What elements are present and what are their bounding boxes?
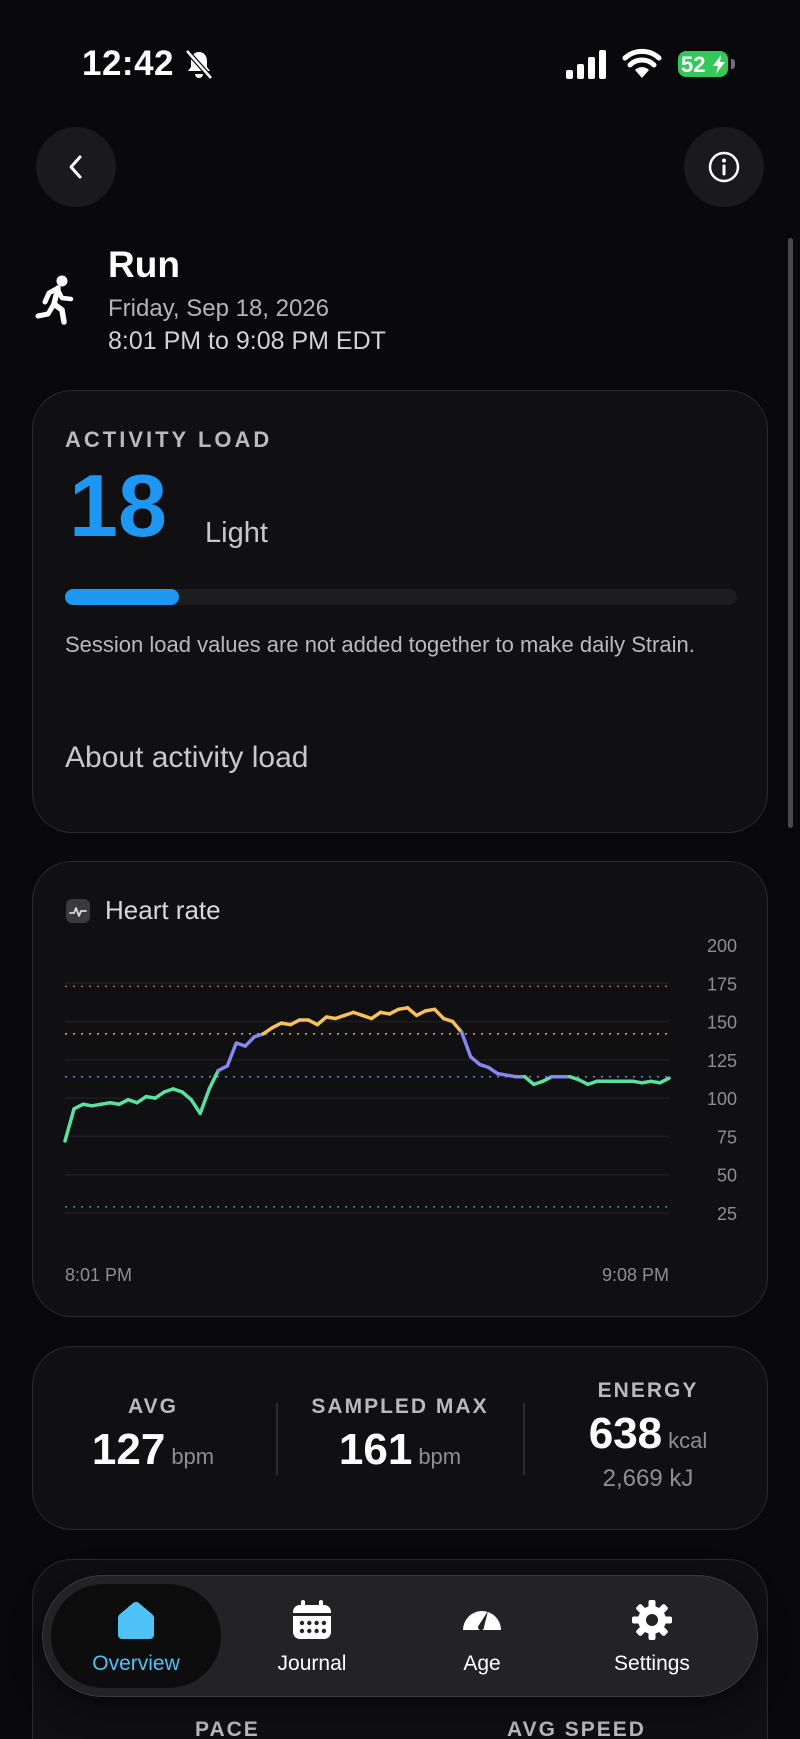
chevron-left-icon <box>69 155 82 179</box>
heart-rate-line-segment <box>523 1074 536 1087</box>
stat-divider <box>523 1403 525 1475</box>
gear-icon <box>632 1600 672 1640</box>
tab-age[interactable]: Age <box>397 1584 567 1688</box>
stat-divider <box>276 1403 278 1475</box>
status-time: 12:42 <box>82 44 175 83</box>
y-tick-label: 75 <box>717 1127 737 1147</box>
activity-date: Friday, Sep 18, 2026 <box>108 295 330 322</box>
y-tick-label: 100 <box>707 1089 737 1109</box>
avg-label: AVG <box>128 1395 178 1418</box>
tab-overview[interactable]: Overview <box>51 1584 221 1688</box>
heart-rate-line-segment <box>189 1097 202 1116</box>
tab-label: Overview <box>92 1652 180 1675</box>
back-button[interactable] <box>36 127 116 207</box>
y-tick-label: 25 <box>717 1204 737 1224</box>
avg-value: 127 <box>91 1425 166 1474</box>
energy-stat: ENERGY 638 kcal 2,669 kJ <box>527 1379 769 1493</box>
heart-rate-line-segment <box>450 1019 464 1035</box>
tab-bar: Overview Journal Age Settings <box>42 1575 758 1697</box>
home-icon <box>118 1602 154 1639</box>
bell-off-icon <box>185 49 213 80</box>
energy-label: ENERGY <box>597 1379 699 1402</box>
heart-rate-card[interactable]: Heart rate 200 175 150 125 100 75 50 25 8:01 PM 9… <box>32 861 768 1317</box>
y-tick-label: 175 <box>707 974 737 994</box>
wifi-icon <box>622 48 662 78</box>
activity-load-card: ACTIVITY LOAD 18 Light Session load valu… <box>32 390 768 833</box>
heart-rate-line-segment <box>207 1068 221 1091</box>
x-start-label: 8:01 PM <box>65 1265 132 1285</box>
y-tick-label: 150 <box>707 1013 737 1033</box>
heart-rate-line-segment <box>468 1055 482 1067</box>
stats-card: AVG 127 bpm SAMPLED MAX 161 bpm ENERGY 638… <box>32 1346 768 1530</box>
avg-unit: bpm <box>171 1444 215 1469</box>
max-value: 161 <box>338 1425 413 1474</box>
activity-load-note: Session load values are not added togeth… <box>65 632 695 657</box>
y-tick-label: 50 <box>717 1166 737 1186</box>
tab-label: Journal <box>277 1652 347 1675</box>
activity-load-bar-fill <box>65 589 180 605</box>
runner-icon <box>35 275 74 325</box>
battery-cap <box>731 59 735 69</box>
energy-unit: kcal <box>668 1428 708 1453</box>
avg-stat: AVG 127 bpm <box>33 1395 273 1475</box>
activity-load-label: ACTIVITY LOAD <box>65 427 273 452</box>
tab-label: Settings <box>614 1652 690 1675</box>
heart-rate-line-segment <box>315 1015 329 1027</box>
energy-kj: 2,669 kJ <box>602 1465 694 1492</box>
pace-label: PACE <box>195 1718 260 1739</box>
max-stat: SAMPLED MAX 161 bpm <box>279 1395 521 1475</box>
gauge-icon <box>463 1611 501 1631</box>
heart-rate-chart: 200 175 150 125 100 75 50 25 8:01 PM 9:08 PM <box>63 936 737 1285</box>
battery-level: 52 <box>681 52 706 77</box>
heart-rate-line-segment <box>198 1087 211 1116</box>
info-icon <box>708 151 740 183</box>
status-bar: 12:42 52 <box>0 0 800 120</box>
activity-load-level: Light <box>205 517 268 549</box>
heart-rate-line-segment <box>658 1076 671 1085</box>
y-tick-label: 200 <box>707 936 737 956</box>
avg-speed-label: AVG SPEED <box>507 1718 646 1739</box>
x-end-label: 9:08 PM <box>602 1265 669 1285</box>
activity-load-bar <box>65 589 737 605</box>
heart-rate-line-segment <box>225 1041 239 1068</box>
scrollbar[interactable] <box>788 238 793 828</box>
heart-rate-line-segment <box>432 1007 446 1021</box>
tab-settings[interactable]: Settings <box>567 1584 737 1688</box>
calendar-icon <box>293 1600 331 1639</box>
y-tick-label: 125 <box>707 1051 737 1071</box>
info-button[interactable] <box>684 127 764 207</box>
activity-title: Run <box>108 244 180 285</box>
tab-label: Age <box>463 1652 501 1675</box>
activity-load-value: 18 <box>69 456 167 555</box>
heart-rate-line-segment <box>243 1035 257 1048</box>
max-unit: bpm <box>418 1444 462 1469</box>
about-activity-load-link[interactable]: About activity load <box>65 741 308 775</box>
cellular-signal-icon <box>566 50 606 79</box>
max-label: SAMPLED MAX <box>311 1395 489 1418</box>
battery-indicator: 52 <box>678 48 736 80</box>
heart-rate-line-segment <box>459 1030 473 1059</box>
charging-bolt-icon <box>713 55 725 74</box>
energy-value: 638 <box>588 1409 663 1458</box>
tab-journal[interactable]: Journal <box>227 1584 397 1688</box>
heart-rate-line-segment <box>405 1006 419 1018</box>
activity-time-range: 8:01 PM to 9:08 PM EDT <box>108 327 386 355</box>
